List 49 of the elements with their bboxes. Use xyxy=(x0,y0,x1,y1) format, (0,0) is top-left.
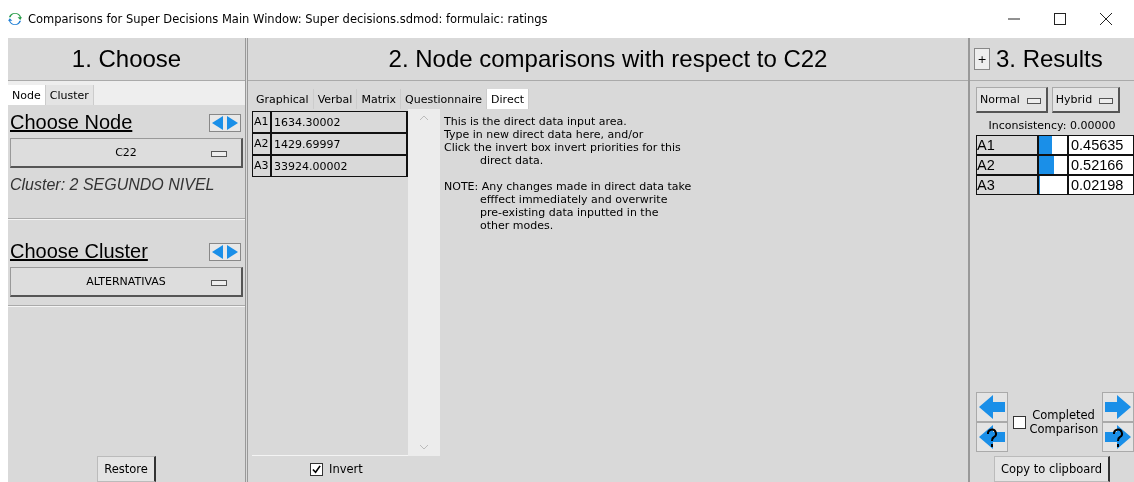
restore-button[interactable]: Restore xyxy=(97,456,156,482)
maximize-icon[interactable] xyxy=(1054,13,1066,25)
help-text: Click the invert box invert priorities for this xyxy=(444,141,682,154)
completed-checkbox[interactable]: Completed Comparison xyxy=(1008,408,1102,436)
app-icon xyxy=(8,12,22,26)
tab[interactable]: Node xyxy=(8,85,46,105)
table-cell: 0.02198 xyxy=(1069,176,1133,194)
help-text: efffect immediately and overwrite xyxy=(479,193,669,206)
copy-button[interactable]: Copy to clipboard xyxy=(993,456,1111,482)
inconsistency-label: Inconsistency: 0.00000 xyxy=(988,119,1116,132)
next-unfinished-button[interactable] xyxy=(1102,422,1134,452)
cluster-dropdown[interactable]: ALTERNATIVAS xyxy=(10,267,243,297)
invert-checkbox[interactable]: Invert xyxy=(310,462,363,476)
section-title: Choose Node xyxy=(10,111,133,134)
mode-dropdown[interactable]: Hybrid xyxy=(1051,87,1121,113)
tab[interactable]: Direct xyxy=(487,89,529,109)
mode-dropdown[interactable]: Normal xyxy=(976,87,1048,113)
table-cell: 0.45635 xyxy=(1069,136,1133,154)
input-field[interactable]: 1634.30002 xyxy=(272,111,408,133)
check-icon xyxy=(312,464,321,474)
window-title: Comparisons for Super Decisions Main Window: Super decisions.sdmod: formulaic: ratings xyxy=(28,12,548,26)
panel-heading: 1. Choose xyxy=(71,45,182,73)
table-cell: 0.52166 xyxy=(1069,156,1133,174)
help-text: This is the direct data input area. xyxy=(444,115,628,128)
help-text: other modes. xyxy=(479,219,555,232)
prev-next-arrows-icon[interactable] xyxy=(209,113,241,132)
help-text: Type in new direct data here, and/or xyxy=(444,128,645,141)
node-dropdown[interactable]: C22 xyxy=(10,138,243,168)
scroll-up-icon[interactable] xyxy=(419,115,429,121)
panel-heading: 3. Results xyxy=(996,45,1103,73)
panel-heading: 2. Node comparisons with respect to C22 xyxy=(388,45,828,73)
input-field[interactable]: 1429.69997 xyxy=(272,133,408,155)
scroll-down-icon[interactable] xyxy=(419,444,429,450)
right-arrow-question-icon xyxy=(1105,425,1131,449)
help-text: NOTE: Any changes made in direct data take xyxy=(444,180,692,193)
left-arrow-question-icon xyxy=(979,425,1005,449)
cluster-label: Cluster: 2 SEGUNDO NIVEL xyxy=(10,176,215,193)
tab[interactable]: Cluster xyxy=(45,85,94,105)
scrollbar[interactable] xyxy=(408,109,440,456)
prev-next-arrows-icon[interactable] xyxy=(209,242,241,261)
help-text: direct data. xyxy=(479,154,545,167)
right-arrow-icon xyxy=(1105,395,1131,419)
close-icon[interactable] xyxy=(1100,13,1112,25)
left-arrow-icon xyxy=(979,395,1005,419)
section-title: Choose Cluster xyxy=(10,240,148,263)
expand-button[interactable]: + xyxy=(974,48,990,70)
help-text: pre-existing data inputted in the xyxy=(479,206,660,219)
input-field[interactable]: 33924.00002 xyxy=(272,155,408,177)
previous-unfinished-button[interactable] xyxy=(976,422,1008,452)
